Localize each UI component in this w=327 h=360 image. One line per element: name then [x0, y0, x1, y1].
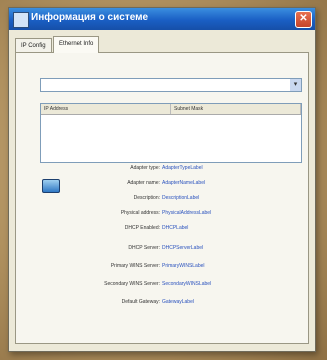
- detail-label: Primary WINS Server:: [110, 263, 160, 269]
- detail-row: DHCP Enabled: DHCPLabel: [16, 223, 308, 234]
- detail-label: DHCP Server:: [128, 245, 160, 251]
- detail-value: PrimaryWINSLabel: [162, 263, 205, 269]
- detail-label: Description:: [133, 195, 160, 201]
- detail-row: DHCP Server: DHCPServerLabel: [16, 243, 308, 254]
- detail-value: GatewayLabel: [162, 299, 194, 305]
- detail-row: Adapter name: AdapterNameLabel: [16, 178, 308, 189]
- detail-row: Secondary WINS Server: SecondaryWINSLabe…: [16, 279, 308, 290]
- detail-label: Adapter type:: [130, 165, 160, 171]
- detail-label: Default Gateway:: [121, 299, 160, 305]
- detail-value: DHCPLabel: [162, 225, 189, 231]
- detail-row: Description: DescriptionLabel: [16, 193, 308, 204]
- detail-label: DHCP Enabled:: [124, 225, 160, 231]
- adapter-select[interactable]: ▾: [40, 78, 302, 92]
- chevron-down-icon[interactable]: ▾: [290, 79, 301, 91]
- column-header-ip-address[interactable]: IP Address: [41, 104, 171, 114]
- column-header-subnet-mask[interactable]: Subnet Mask: [171, 104, 301, 114]
- detail-row: Primary WINS Server: PrimaryWINSLabel: [16, 261, 308, 272]
- detail-label: Secondary WINS Server:: [104, 281, 160, 287]
- window-app-icon: [13, 12, 29, 28]
- tab-ip-config[interactable]: IP Config: [15, 38, 52, 53]
- dialog-window: Информация о системе ✕ IP Config Etherne…: [8, 7, 316, 352]
- tab-ethernet-info[interactable]: Ethernet Info: [53, 36, 100, 53]
- detail-value: SecondaryWINSLabel: [162, 281, 212, 287]
- detail-row: Adapter type: AdapterTypeLabel: [16, 163, 308, 174]
- detail-label: Adapter name:: [127, 180, 160, 186]
- detail-row: Default Gateway: GatewayLabel: [16, 297, 308, 308]
- detail-value: AdapterTypeLabel: [162, 165, 203, 171]
- tab-panel: ▾ IP Address Subnet Mask Adapter type: A…: [15, 52, 309, 344]
- detail-value: DHCPServerLabel: [162, 245, 204, 251]
- detail-value: PhysicalAddressLabel: [162, 210, 212, 216]
- close-button[interactable]: ✕: [295, 11, 312, 28]
- detail-row: Physical address: PhysicalAddressLabel: [16, 208, 308, 219]
- title-bar[interactable]: Информация о системе ✕: [9, 8, 315, 30]
- list-header: IP Address Subnet Mask: [41, 104, 301, 115]
- detail-label: Physical address:: [120, 210, 160, 216]
- detail-value: AdapterNameLabel: [162, 180, 206, 186]
- detail-value: DescriptionLabel: [162, 195, 200, 201]
- address-list[interactable]: IP Address Subnet Mask: [40, 103, 302, 163]
- window-title: Информация о системе: [31, 12, 149, 23]
